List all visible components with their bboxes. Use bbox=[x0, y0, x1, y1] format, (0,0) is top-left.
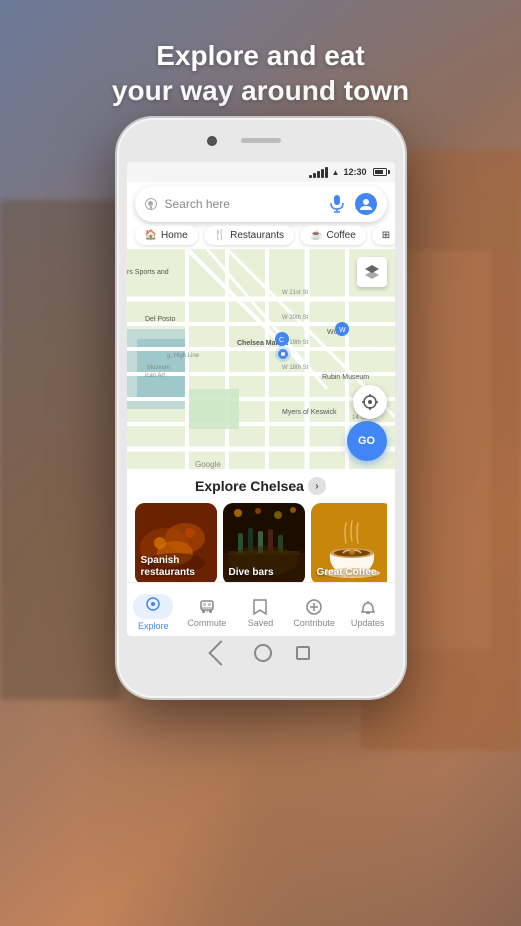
nav-explore-label: Explore bbox=[138, 621, 169, 631]
wifi-icon: ▲ bbox=[332, 168, 340, 177]
signal-bars bbox=[309, 167, 328, 178]
svg-text:Museum: Museum bbox=[147, 365, 170, 371]
coffee-chip-icon: ☕ bbox=[310, 230, 322, 241]
bottom-nav: Explore Commute Saved bbox=[127, 582, 395, 636]
map-area[interactable]: Google Chelsea Market Work Rubin Museum … bbox=[127, 249, 395, 469]
cat-card-coffee-label: Great Coffee bbox=[317, 567, 387, 579]
nav-commute-label: Commute bbox=[187, 618, 226, 628]
cat-card-spanish-label: Spanish restaurants bbox=[141, 555, 213, 579]
chips-row: 🏠 Home 🍴 Restaurants ☕ Coffee ⊞ bbox=[127, 226, 395, 249]
phone-back-button[interactable] bbox=[208, 640, 233, 665]
search-bar[interactable]: Search here bbox=[135, 186, 387, 222]
svg-text:ican Art: ican Art bbox=[145, 373, 165, 379]
restaurants-chip-icon: 🍴 bbox=[214, 230, 226, 241]
saved-icon bbox=[252, 598, 268, 616]
go-label: GO bbox=[358, 435, 375, 447]
svg-text:W 20th St: W 20th St bbox=[282, 315, 309, 321]
nav-explore[interactable]: Explore bbox=[127, 588, 181, 631]
explore-title: Explore Chelsea bbox=[195, 478, 304, 494]
svg-text:Rubin Museum: Rubin Museum bbox=[322, 374, 369, 381]
nav-commute[interactable]: Commute bbox=[180, 592, 234, 628]
commute-icon bbox=[198, 598, 216, 616]
nav-updates-label: Updates bbox=[351, 618, 385, 628]
cat-card-bars[interactable]: Dive bars bbox=[223, 503, 305, 585]
bg-building-right2 bbox=[391, 250, 491, 650]
search-input[interactable]: Search here bbox=[165, 197, 319, 211]
battery-icon bbox=[373, 168, 387, 176]
more-chip-icon: ⊞ bbox=[382, 230, 390, 241]
battery-fill bbox=[375, 170, 383, 174]
nav-updates[interactable]: Updates bbox=[341, 592, 395, 628]
cat-card-coffee[interactable]: Great Coffee bbox=[311, 503, 387, 585]
svg-text:rs Sports and: rs Sports and bbox=[127, 269, 169, 276]
hero-title: Explore and eatyour way around town bbox=[0, 38, 521, 108]
location-button[interactable] bbox=[353, 385, 387, 419]
search-home-icon bbox=[145, 198, 157, 210]
cat-card-bars-label: Dive bars bbox=[229, 567, 301, 579]
map-layers-button[interactable] bbox=[357, 257, 387, 287]
nav-saved[interactable]: Saved bbox=[234, 592, 288, 628]
chip-coffee[interactable]: ☕ Coffee bbox=[300, 226, 366, 245]
phone-home-button[interactable] bbox=[254, 644, 272, 662]
status-time: 12:30 bbox=[343, 167, 366, 177]
signal-bar-4 bbox=[321, 169, 324, 178]
home-chip-icon: 🏠 bbox=[145, 230, 157, 241]
phone-recents-button[interactable] bbox=[296, 646, 310, 660]
phone-camera bbox=[207, 136, 217, 146]
svg-text:g, High Line: g, High Line bbox=[167, 353, 200, 359]
phone-nav-buttons bbox=[117, 644, 405, 662]
mic-icon bbox=[330, 195, 344, 213]
phone-speaker bbox=[241, 138, 281, 143]
svg-text:W 18th St: W 18th St bbox=[282, 365, 309, 371]
mic-button[interactable] bbox=[327, 194, 347, 214]
chip-restaurants-label: Restaurants bbox=[230, 230, 284, 241]
nav-contribute-label: Contribute bbox=[293, 618, 335, 628]
explore-section: Explore Chelsea › bbox=[127, 469, 395, 589]
svg-text:Google: Google bbox=[195, 460, 221, 469]
chip-restaurants[interactable]: 🍴 Restaurants bbox=[204, 226, 294, 245]
svg-text:Myers of Keswick: Myers of Keswick bbox=[282, 409, 337, 416]
svg-text:Del Posto: Del Posto bbox=[145, 316, 175, 323]
cards-row: Spanish restaurants bbox=[135, 503, 387, 585]
cat-card-spanish[interactable]: Spanish restaurants bbox=[135, 503, 217, 585]
avatar-icon bbox=[359, 197, 373, 211]
explore-nav-icon bbox=[145, 596, 161, 612]
signal-bar-2 bbox=[313, 173, 316, 178]
contribute-icon bbox=[305, 598, 323, 616]
updates-icon bbox=[360, 598, 376, 616]
svg-text:W 21st St: W 21st St bbox=[282, 290, 308, 296]
chip-coffee-label: Coffee bbox=[326, 230, 355, 241]
status-bar: ▲ 12:30 bbox=[127, 162, 395, 182]
chip-home[interactable]: 🏠 Home bbox=[135, 226, 198, 245]
nav-saved-label: Saved bbox=[248, 618, 274, 628]
chip-more[interactable]: ⊞ bbox=[372, 226, 395, 245]
avatar-button[interactable] bbox=[355, 193, 377, 215]
nav-contribute[interactable]: Contribute bbox=[287, 592, 341, 628]
signal-bar-5 bbox=[325, 167, 328, 178]
location-icon bbox=[361, 393, 379, 411]
go-button[interactable]: GO bbox=[347, 421, 387, 461]
hero-title-text: Explore and eatyour way around town bbox=[112, 40, 409, 106]
bg-building-left bbox=[0, 200, 120, 700]
svg-text:C: C bbox=[279, 337, 284, 344]
explore-arrow-button[interactable]: › bbox=[308, 477, 326, 495]
chip-home-label: Home bbox=[161, 230, 188, 241]
explore-header: Explore Chelsea › bbox=[135, 477, 387, 495]
phone-device: ▲ 12:30 Search here bbox=[117, 118, 405, 698]
svg-text:W: W bbox=[339, 327, 346, 334]
layers-icon bbox=[363, 263, 381, 281]
signal-bar-3 bbox=[317, 171, 320, 178]
phone-screen: ▲ 12:30 Search here bbox=[127, 162, 395, 636]
signal-bar-1 bbox=[309, 175, 312, 178]
